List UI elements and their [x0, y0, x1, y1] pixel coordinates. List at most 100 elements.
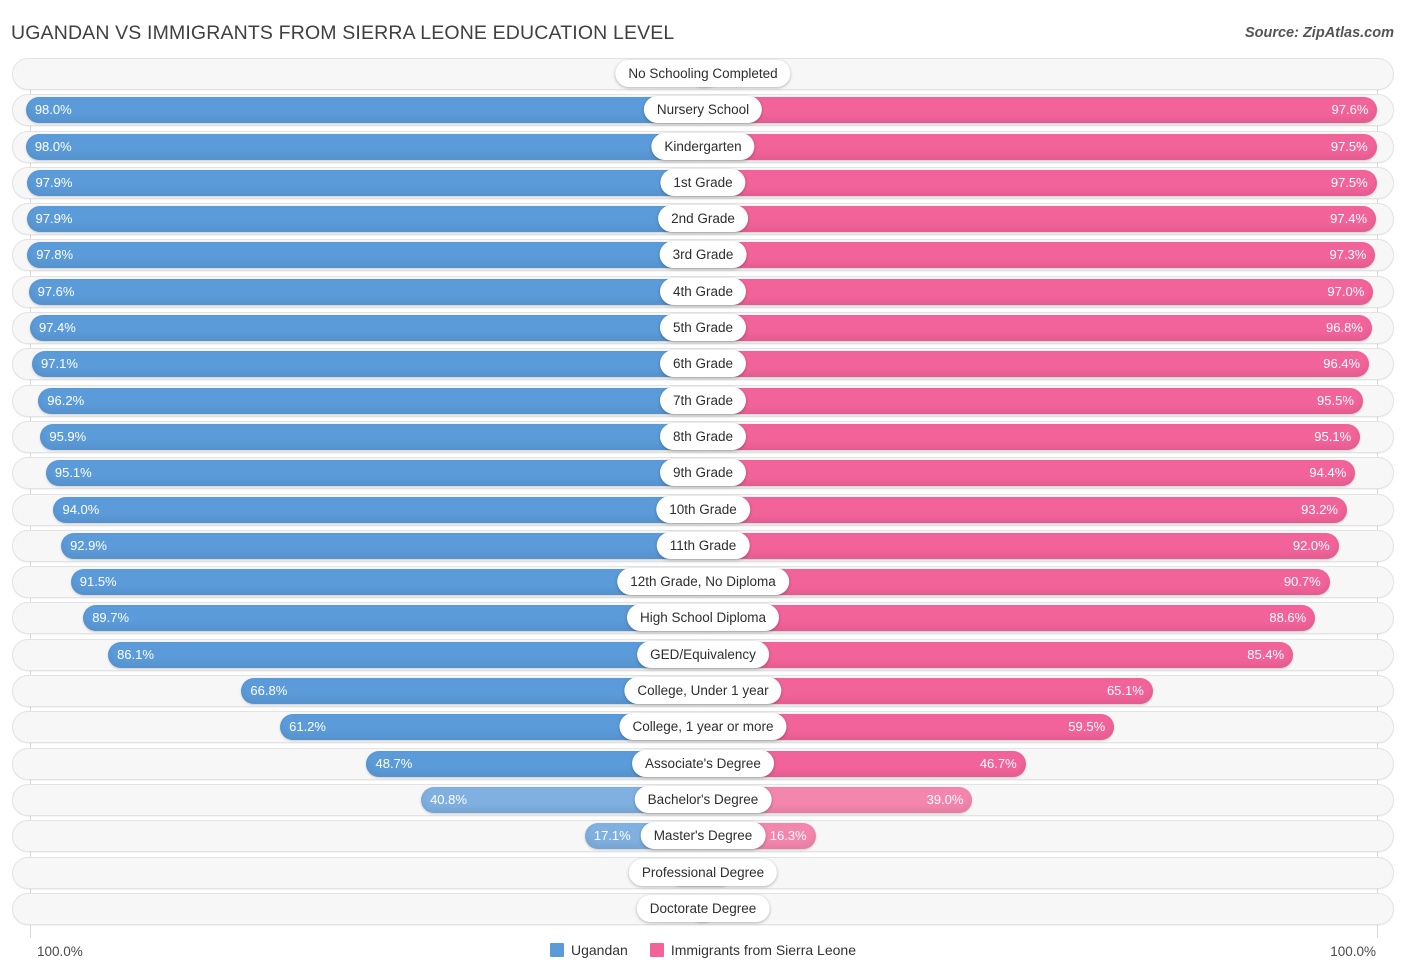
- bar-value-ugandan: 95.9%: [49, 428, 87, 444]
- bar-sierra-leone[interactable]: 85.4%: [703, 641, 1294, 668]
- bar-category-label: 6th Grade: [659, 350, 747, 378]
- chart-footer: 100.0% 100.0% Ugandan Immigrants from Sie…: [0, 938, 1406, 975]
- bar-value-sierra-leone: 97.3%: [1329, 247, 1367, 263]
- bar-half-left: 97.1%: [12, 351, 703, 378]
- bar-half-left: 5.1%: [12, 859, 703, 886]
- chart-plot-area: 2.0%2.5%No Schooling Completed98.0%97.6%…: [0, 58, 1406, 938]
- bar-half-left: 97.4%: [12, 315, 703, 342]
- bar-half-left: 91.5%: [12, 569, 703, 596]
- bar-ugandan[interactable]: 97.9%: [26, 169, 703, 196]
- bar-row: 98.0% 97.5% Kindergarten: [0, 130, 1406, 163]
- legend-item[interactable]: Ugandan: [549, 942, 628, 958]
- bar-ugandan[interactable]: 94.0%: [53, 496, 703, 523]
- bar-half-left: 97.8%: [12, 242, 703, 269]
- bar-ugandan[interactable]: 97.6%: [28, 278, 703, 305]
- bar-sierra-leone[interactable]: 97.6%: [703, 97, 1378, 124]
- bar-ugandan[interactable]: 98.0%: [25, 133, 703, 160]
- bar-half-right: 97.5%: [703, 133, 1394, 160]
- bar-category-label: 11th Grade: [656, 531, 750, 559]
- bar-ugandan[interactable]: 96.2%: [38, 387, 703, 414]
- bar-row: 97.8% 97.3% 3rd Grade: [0, 239, 1406, 272]
- bar-row: 95.9% 95.1% 8th Grade: [0, 420, 1406, 453]
- bar-half-right: 96.8%: [703, 315, 1394, 342]
- bar-row: 17.1% 16.3% Master's Degree: [0, 820, 1406, 853]
- bar-category-label: Professional Degree: [628, 858, 778, 886]
- bar-half-left: 66.8%: [12, 678, 703, 705]
- bar-ugandan[interactable]: 97.4%: [29, 315, 703, 342]
- bar-value-ugandan: 91.5%: [79, 574, 117, 590]
- bar-sierra-leone[interactable]: 97.3%: [703, 242, 1376, 269]
- source-attribution: Source: ZipAtlas.com: [1244, 25, 1394, 41]
- bar-half-left: 95.1%: [12, 460, 703, 487]
- bar-half-right: 85.4%: [703, 641, 1394, 668]
- legend-swatch-icon: [549, 943, 564, 957]
- bar-category-label: No Schooling Completed: [615, 60, 791, 87]
- bar-half-left: 98.0%: [12, 97, 703, 124]
- bar-ugandan[interactable]: 86.1%: [108, 641, 703, 668]
- bar-rows-container: 2.0%2.5%No Schooling Completed98.0%97.6%…: [0, 58, 1406, 929]
- bar-half-right: 2.0%: [703, 895, 1394, 922]
- bar-value-sierra-leone: 65.1%: [1106, 683, 1144, 699]
- bar-half-right: 94.4%: [703, 460, 1394, 487]
- bar-ugandan[interactable]: 97.1%: [32, 351, 703, 378]
- bar-ugandan[interactable]: 91.5%: [70, 569, 703, 596]
- bar-row: 91.5% 90.7% 12th Grade, No Diploma: [0, 566, 1406, 599]
- bar-ugandan[interactable]: 95.9%: [40, 423, 703, 450]
- bar-row: 97.1% 96.4% 6th Grade: [0, 348, 1406, 381]
- bar-sierra-leone[interactable]: 88.6%: [703, 605, 1316, 632]
- bar-ugandan[interactable]: 98.0%: [25, 97, 703, 124]
- bar-value-sierra-leone: 94.4%: [1309, 465, 1347, 481]
- bar-ugandan[interactable]: 97.9%: [26, 206, 703, 233]
- bar-half-right: 93.2%: [703, 496, 1394, 523]
- bar-half-left: 97.9%: [12, 206, 703, 233]
- bar-row: 48.7% 46.7% Associate's Degree: [0, 747, 1406, 780]
- bar-value-ugandan: 97.9%: [35, 174, 73, 190]
- bar-half-right: 92.0%: [703, 532, 1394, 559]
- bar-value-ugandan: 97.9%: [35, 211, 73, 227]
- bar-value-ugandan: 96.2%: [47, 392, 85, 408]
- bar-category-label: College, 1 year or more: [619, 713, 787, 741]
- bar-ugandan[interactable]: 95.1%: [45, 460, 703, 487]
- bar-row: 97.6% 97.0% 4th Grade: [0, 275, 1406, 308]
- bar-sierra-leone[interactable]: 95.5%: [703, 387, 1363, 414]
- bar-sierra-leone[interactable]: 96.4%: [703, 351, 1370, 378]
- bar-sierra-leone[interactable]: 97.0%: [703, 278, 1374, 305]
- bar-half-left: 61.2%: [12, 714, 703, 741]
- bar-sierra-leone[interactable]: 94.4%: [703, 460, 1356, 487]
- bar-value-sierra-leone: 93.2%: [1301, 501, 1338, 517]
- bar-sierra-leone[interactable]: 97.5%: [703, 133, 1377, 160]
- bar-value-ugandan: 98.0%: [34, 102, 72, 118]
- bar-sierra-leone[interactable]: 96.8%: [703, 315, 1372, 342]
- bar-row: 97.9% 97.5% 1st Grade: [0, 166, 1406, 199]
- bar-ugandan[interactable]: 89.7%: [83, 605, 703, 632]
- bar-half-left: 97.9%: [12, 169, 703, 196]
- bar-ugandan[interactable]: 97.8%: [27, 242, 703, 269]
- bar-sierra-leone[interactable]: 95.1%: [703, 423, 1361, 450]
- legend-swatch-icon: [649, 943, 664, 957]
- bar-half-right: 97.4%: [703, 206, 1394, 233]
- bar-category-label: 3rd Grade: [659, 241, 747, 269]
- bar-value-sierra-leone: 97.5%: [1330, 138, 1368, 154]
- bar-value-ugandan: 97.6%: [37, 283, 75, 299]
- bar-sierra-leone[interactable]: 97.4%: [703, 206, 1377, 233]
- bar-value-ugandan: 48.7%: [375, 755, 413, 771]
- bar-value-ugandan: 86.1%: [117, 646, 154, 662]
- bar-value-sierra-leone: 97.5%: [1330, 174, 1368, 190]
- bar-half-left: 92.9%: [12, 532, 703, 559]
- bar-sierra-leone[interactable]: 93.2%: [703, 496, 1347, 523]
- bar-value-sierra-leone: 16.3%: [769, 828, 807, 844]
- bar-half-left: 95.9%: [12, 423, 703, 450]
- bar-row: 97.4% 96.8% 5th Grade: [0, 312, 1406, 345]
- bar-category-label: 5th Grade: [659, 314, 747, 342]
- bar-half-right: 88.6%: [703, 605, 1394, 632]
- legend-item[interactable]: Immigrants from Sierra Leone: [649, 942, 856, 958]
- bar-value-ugandan: 61.2%: [289, 719, 326, 735]
- bar-ugandan[interactable]: 92.9%: [61, 532, 703, 559]
- bar-sierra-leone[interactable]: 97.5%: [703, 169, 1377, 196]
- bar-sierra-leone[interactable]: 92.0%: [703, 532, 1339, 559]
- bar-half-right: 96.4%: [703, 351, 1394, 378]
- bar-half-right: 97.3%: [703, 242, 1394, 269]
- bar-value-ugandan: 94.0%: [62, 501, 100, 517]
- bar-sierra-leone[interactable]: 90.7%: [703, 569, 1330, 596]
- bar-row: 2.0%2.5%No Schooling Completed: [0, 58, 1406, 90]
